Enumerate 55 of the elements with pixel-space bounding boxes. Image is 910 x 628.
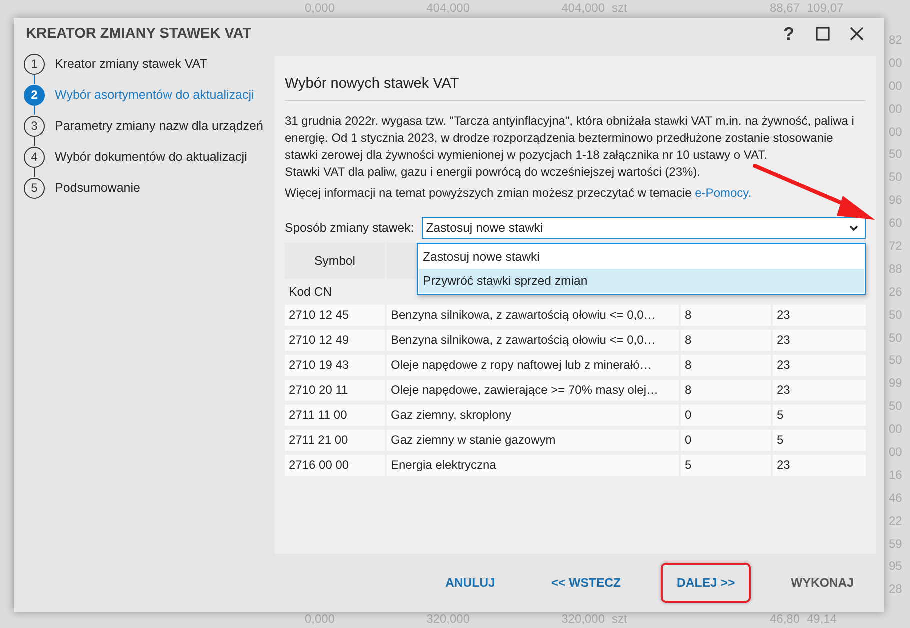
- help-link[interactable]: e-Pomocy.: [695, 186, 752, 200]
- table-cell: 2711 21 00: [285, 430, 385, 451]
- help-button[interactable]: ?: [772, 20, 806, 48]
- section-heading: Wybór nowych stawek VAT: [285, 76, 866, 101]
- connector-line: [34, 106, 35, 115]
- field-label: Sposób zmiany stawek:: [285, 221, 414, 235]
- table-cell: 2711 11 00: [285, 405, 385, 426]
- connector-line: [34, 75, 35, 84]
- table-cell: Gaz ziemny, skroplony: [387, 405, 679, 426]
- wizard-step[interactable]: 4 Wybór dokumentów do aktualizacji: [24, 146, 275, 168]
- table-cell: 2710 12 45: [285, 305, 385, 326]
- wizard-button[interactable]: << WSTECZ: [535, 563, 638, 604]
- table-cell: 8: [681, 380, 771, 401]
- table-cell: 23: [773, 305, 866, 326]
- table-cell: 8: [681, 305, 771, 326]
- table-cell: 8: [681, 355, 771, 376]
- table-cell: 5: [681, 455, 771, 476]
- wizard-step[interactable]: 1 Kreator zmiany stawek VAT: [24, 53, 275, 75]
- close-icon: [850, 27, 864, 41]
- table-cell: Energia elektryczna: [387, 455, 679, 476]
- table-cell: 2710 20 11: [285, 380, 385, 401]
- table-cell: Gaz ziemny w stanie gazowym: [387, 430, 679, 451]
- table-cell: 2716 00 00: [285, 455, 385, 476]
- table-cell: 8: [681, 330, 771, 351]
- table-cell: 0: [681, 430, 771, 451]
- wizard-step[interactable]: 5 Podsumowanie: [24, 177, 275, 199]
- table-cell: 23: [773, 330, 866, 351]
- window-title: KREATOR ZMIANY STAWEK VAT: [26, 26, 253, 42]
- table-cell: 5: [773, 405, 866, 426]
- info-text: Więcej informacji na temat powyższych zmian możesz przeczytać w temacie e-Pomocy.: [285, 185, 753, 202]
- table-cell: Benzyna silnikowa, z zawartością ołowiu <= 0,0…: [387, 330, 679, 351]
- dropdown-option[interactable]: Przywróć stawki sprzed zmian: [419, 269, 864, 293]
- table-cell: 0: [681, 405, 771, 426]
- table-cell: 23: [773, 455, 866, 476]
- table-cell: Oleje napędowe z ropy naftowej lub z minerałó…: [387, 355, 679, 376]
- description-text: 31 grudnia 2022r. wygasa tzw. "Tarcza antyinflacyjna", która obniżała stawki VAT m.in. na żywność, paliwa i energię. Od 1 stycznia 2023, w drodze rozporządzenia bezterminowo przedłużone zostanie stosowanie stawki zerowej dla żywności wymienionej w pozycjach 1-18 załącznika nr 10 ustawy o VAT.: [285, 113, 856, 164]
- table-cell: Benzyna silnikowa, z zawartością ołowiu <= 0,0…: [387, 305, 679, 326]
- wizard-step[interactable]: 2 Wybór asortymentów do aktualizacji: [24, 84, 275, 106]
- table-cell: 2710 12 49: [285, 330, 385, 351]
- table-cell: 2710 19 43: [285, 355, 385, 376]
- connector-line: [34, 168, 35, 177]
- method-dropdown[interactable]: Zastosuj nowe stawki: [422, 217, 866, 239]
- chevron-icon: [849, 224, 859, 232]
- table-cell: Oleje napędowe, zawierające >= 70% masy olej…: [387, 380, 679, 401]
- table-cell: 23: [773, 355, 866, 376]
- table-cell: 23: [773, 380, 866, 401]
- table-cell: 5: [773, 430, 866, 451]
- group-header: Kod CN: [288, 284, 332, 301]
- column-header[interactable]: Symbol: [285, 243, 385, 279]
- wizard-step[interactable]: 3 Parametry zmiany nazw dla urządzeń: [24, 115, 275, 137]
- description-text: Stawki VAT dla paliw, gazu i energii powrócą do wcześniejszej wartości (23%).: [285, 164, 702, 181]
- wizard-button[interactable]: ANULUJ: [429, 563, 512, 604]
- maximize-icon: [816, 27, 830, 41]
- wizard-button[interactable]: DALEJ >>: [661, 563, 752, 604]
- connector-line: [34, 137, 35, 146]
